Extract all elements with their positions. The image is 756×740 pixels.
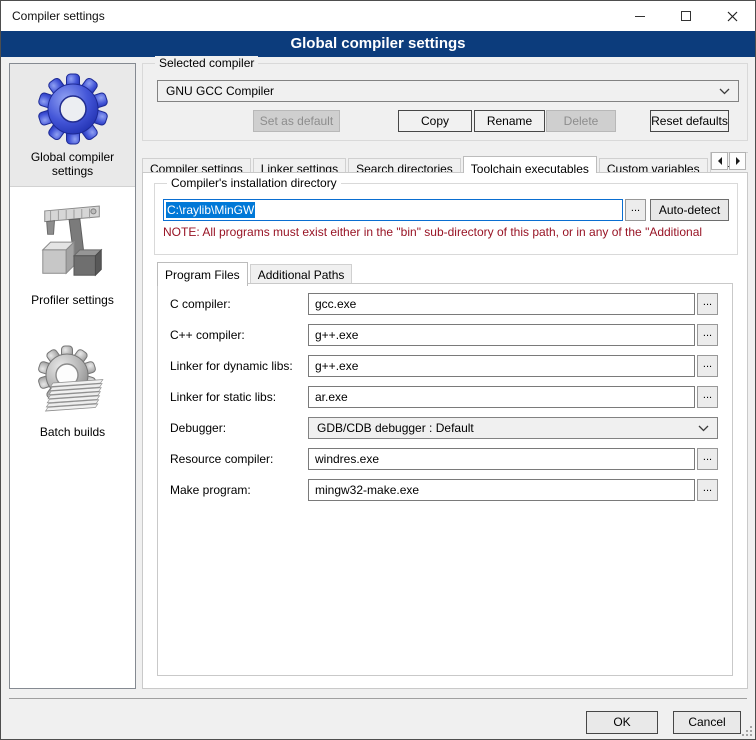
cancel-button[interactable]: Cancel — [673, 711, 741, 734]
selected-compiler-group: Selected compiler GNU GCC Compiler Set a… — [142, 63, 748, 141]
tab-program-files[interactable]: Program Files — [157, 262, 248, 286]
compiler-settings-dialog: Compiler settings Global compiler settin… — [0, 0, 756, 740]
settings-category-list: Global compiler settings Profiler settin… — [9, 63, 136, 689]
tab-scroll-buttons — [711, 152, 746, 170]
arrow-left-icon — [716, 156, 724, 166]
dynamic-linker-label: Linker for dynamic libs: — [170, 359, 308, 373]
sidebar-item-global-compiler-settings[interactable]: Global compiler settings — [10, 64, 135, 187]
auto-detect-button[interactable]: Auto-detect — [650, 199, 729, 221]
tab-search-directories[interactable]: Search directories — [348, 158, 461, 173]
ok-button[interactable]: OK — [586, 711, 658, 734]
sidebar-item-profiler-settings[interactable]: Profiler settings — [10, 195, 135, 307]
tab-linker-settings[interactable]: Linker settings — [253, 158, 346, 173]
installation-directory-selected-text: C:\raylib\MinGW — [166, 202, 255, 218]
minimize-button[interactable] — [617, 1, 663, 31]
resource-compiler-label: Resource compiler: — [170, 452, 308, 466]
arrow-right-icon — [734, 156, 742, 166]
dialog-banner: Global compiler settings — [1, 31, 755, 57]
main-content: Selected compiler GNU GCC Compiler Set a… — [142, 63, 748, 689]
maximize-icon — [681, 11, 691, 21]
cpp-compiler-label: C++ compiler: — [170, 328, 308, 342]
selected-compiler-dropdown[interactable]: GNU GCC Compiler — [157, 80, 739, 102]
tab-toolchain-executables[interactable]: Toolchain executables — [463, 156, 597, 173]
sidebar-item-batch-builds[interactable]: Batch builds — [10, 337, 135, 439]
resource-compiler-input[interactable] — [308, 448, 695, 470]
installation-directory-row: C:\raylib\MinGW ... Auto-detect — [163, 199, 729, 221]
tab-scroll-right-button[interactable] — [729, 152, 746, 170]
make-program-label: Make program: — [170, 483, 308, 497]
cpp-compiler-row: C++ compiler: ... — [170, 324, 718, 346]
program-files-page: C compiler: ... C++ compiler: ... Linker… — [157, 283, 733, 676]
resource-compiler-row: Resource compiler: ... — [170, 448, 718, 470]
dynamic-linker-browse-button[interactable]: ... — [697, 355, 718, 377]
close-icon — [727, 11, 738, 22]
installation-directory-input[interactable]: C:\raylib\MinGW — [163, 199, 623, 221]
rename-button[interactable]: Rename — [474, 110, 545, 132]
dynamic-linker-row: Linker for dynamic libs: ... — [170, 355, 718, 377]
tab-scroll-left-button[interactable] — [711, 152, 728, 170]
gray-gear-stack-icon — [35, 345, 111, 421]
debugger-row: Debugger: GDB/CDB debugger : Default — [170, 417, 718, 439]
static-linker-browse-button[interactable]: ... — [697, 386, 718, 408]
selected-compiler-group-label: Selected compiler — [155, 56, 258, 70]
installation-directory-browse-button[interactable]: ... — [625, 199, 646, 221]
program-files-tab-strip: Program FilesAdditional Paths — [157, 261, 733, 284]
minimize-icon — [635, 16, 645, 17]
bin-subdirectory-note: NOTE: All programs must exist either in … — [163, 225, 735, 239]
installation-directory-group: Compiler's installation directory C:\ray… — [154, 183, 738, 255]
tab-custom-variables[interactable]: Custom variables — [599, 158, 708, 173]
static-linker-input[interactable] — [308, 386, 695, 408]
installation-directory-group-label: Compiler's installation directory — [167, 176, 341, 190]
c-compiler-browse-button[interactable]: ... — [697, 293, 718, 315]
make-program-row: Make program: ... — [170, 479, 718, 501]
caliper-icon — [35, 203, 111, 289]
cpp-compiler-input[interactable] — [308, 324, 695, 346]
chevron-down-icon — [719, 88, 730, 95]
blue-gear-icon — [36, 72, 110, 146]
settings-tab-strip: Compiler settingsLinker settingsSearch d… — [142, 149, 748, 173]
sidebar-item-label: Global compiler settings — [10, 150, 135, 178]
chevron-down-icon — [698, 425, 709, 432]
c-compiler-input[interactable] — [308, 293, 695, 315]
tab-compiler-settings[interactable]: Compiler settings — [142, 158, 251, 173]
selected-compiler-value: GNU GCC Compiler — [166, 84, 719, 98]
debugger-dropdown[interactable]: GDB/CDB debugger : Default — [308, 417, 718, 439]
c-compiler-label: C compiler: — [170, 297, 308, 311]
make-program-browse-button[interactable]: ... — [697, 479, 718, 501]
static-linker-label: Linker for static libs: — [170, 390, 308, 404]
delete-button[interactable]: Delete — [546, 110, 616, 132]
maximize-button[interactable] — [663, 1, 709, 31]
toolchain-executables-page: Compiler's installation directory C:\ray… — [142, 172, 748, 689]
static-linker-row: Linker for static libs: ... — [170, 386, 718, 408]
sidebar-item-label: Profiler settings — [27, 293, 118, 307]
debugger-value: GDB/CDB debugger : Default — [317, 421, 698, 435]
close-button[interactable] — [709, 1, 755, 31]
sidebar-item-label: Batch builds — [36, 425, 109, 439]
footer-separator — [9, 698, 747, 699]
resize-grip[interactable] — [742, 726, 752, 736]
tab-additional-paths[interactable]: Additional Paths — [250, 264, 353, 285]
set-as-default-button[interactable]: Set as default — [253, 110, 340, 132]
c-compiler-row: C compiler: ... — [170, 293, 718, 315]
make-program-input[interactable] — [308, 479, 695, 501]
cpp-compiler-browse-button[interactable]: ... — [697, 324, 718, 346]
dynamic-linker-input[interactable] — [308, 355, 695, 377]
resource-compiler-browse-button[interactable]: ... — [697, 448, 718, 470]
copy-button[interactable]: Copy — [398, 110, 472, 132]
title-bar: Compiler settings — [1, 1, 755, 31]
reset-defaults-button[interactable]: Reset defaults — [650, 110, 729, 132]
debugger-label: Debugger: — [170, 421, 308, 435]
window-title: Compiler settings — [1, 9, 105, 23]
caption-buttons — [617, 1, 755, 31]
